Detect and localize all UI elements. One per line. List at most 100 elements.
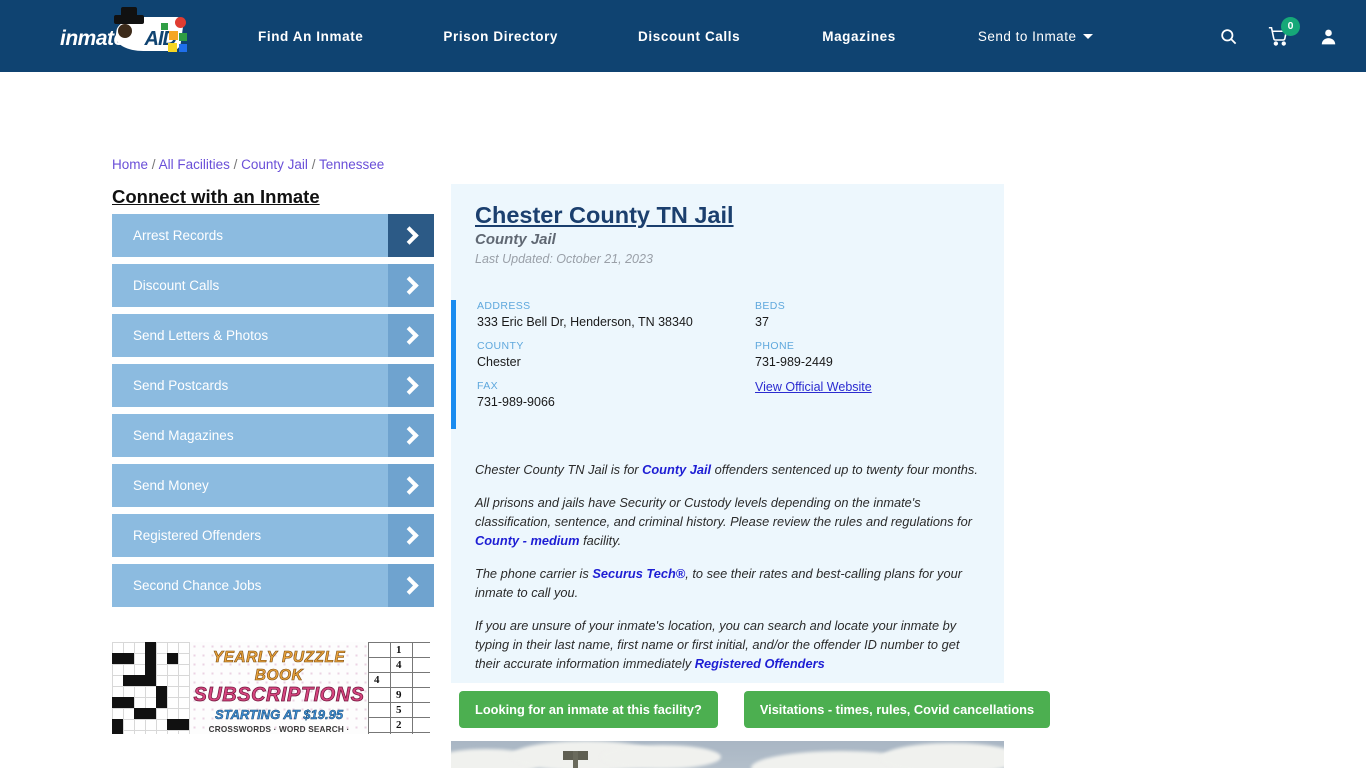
sidebar-item-label: Second Chance Jobs — [133, 578, 262, 593]
info-label-phone: PHONE — [755, 340, 795, 352]
nav-item-find-an-inmate[interactable]: Find An Inmate — [258, 29, 363, 44]
link-county-jail[interactable]: County Jail — [642, 462, 711, 477]
sidebar-item-registered-offenders[interactable]: Registered Offenders — [112, 514, 434, 557]
sidebar-item-send-money[interactable]: Send Money — [112, 464, 434, 507]
facility-type-subtitle: County Jail — [475, 231, 556, 248]
breadcrumb-item-tennessee[interactable]: Tennessee — [319, 157, 384, 172]
cart-count-badge: 0 — [1281, 16, 1300, 36]
sidebar-item-arrest-records[interactable]: Arrest Records — [112, 214, 434, 257]
sidebar-item-send-letters-photos[interactable]: Send Letters & Photos — [112, 314, 434, 357]
ad-text-block: YEARLY PUZZLE BOOK SUBSCRIPTIONS STARTIN… — [190, 642, 368, 734]
breadcrumb-separator-2: / — [233, 157, 238, 172]
sidebar-item-send-postcards[interactable]: Send Postcards — [112, 364, 434, 407]
nav-item-prison-directory[interactable]: Prison Directory — [443, 29, 558, 44]
nav-item-send-to-inmate[interactable]: Send to Inmate — [978, 29, 1094, 44]
sidebar-item-label: Send Magazines — [133, 428, 234, 443]
sidebar-item-label: Arrest Records — [133, 228, 224, 243]
sudoku-number: 4 — [374, 674, 380, 686]
sidebar-item-discount-calls[interactable]: Discount Calls — [112, 264, 434, 307]
info-item-county: COUNTY Chester — [477, 340, 693, 369]
sidebar-heading[interactable]: Connect with an Inmate — [112, 186, 320, 208]
sidebar-item-send-magazines[interactable]: Send Magazines — [112, 414, 434, 457]
sidebar-item-second-chance-jobs[interactable]: Second Chance Jobs — [112, 564, 434, 607]
logo-wordmark: inmate — [60, 27, 125, 50]
info-value-fax: 731-989-9066 — [477, 395, 555, 409]
nav-item-magazines[interactable]: Magazines — [822, 29, 896, 44]
chevron-right-icon — [388, 514, 434, 557]
link-county-medium[interactable]: County - medium — [475, 533, 580, 548]
sidebar-item-label: Registered Offenders — [133, 528, 262, 543]
link-securus-tech[interactable]: Securus Tech® — [592, 566, 685, 581]
breadcrumb-item-county-jail[interactable]: County Jail — [241, 157, 308, 172]
chevron-right-icon — [388, 314, 434, 357]
info-column-right: BEDS 37 PHONE 731-989-2449 View Official… — [755, 300, 872, 405]
p2-text-a: All prisons and jails have Security or C… — [475, 495, 972, 529]
info-item-beds: BEDS 37 — [755, 300, 872, 329]
p1-text-a: Chester County TN Jail is for — [475, 462, 643, 477]
p2-text-b: facility. — [579, 533, 622, 548]
chevron-right-icon — [388, 214, 434, 257]
breadcrumb-separator-1: / — [151, 157, 156, 172]
cart-icon[interactable]: 0 — [1268, 16, 1300, 47]
nav-links: Find An Inmate Prison Directory Discount… — [258, 29, 1219, 44]
chevron-right-icon — [388, 464, 434, 507]
logo-confetti-green — [179, 33, 187, 41]
info-label-county: COUNTY — [477, 340, 524, 352]
chevron-right-icon — [388, 414, 434, 457]
top-navigation-bar: inmate AID Find An Inmate Prison Directo… — [0, 0, 1366, 72]
crossword-grid-graphic — [112, 642, 190, 734]
sudoku-grid-graphic: 1 4 4 9 5 2 — [368, 642, 430, 734]
facility-detail-panel: Chester County TN Jail County Jail Last … — [451, 184, 1004, 683]
cta-button-row: Looking for an inmate at this facility? … — [459, 691, 1051, 728]
search-icon[interactable] — [1219, 27, 1238, 46]
info-value-county: Chester — [477, 355, 521, 369]
facility-info-block: ADDRESS 333 Eric Bell Dr, Henderson, TN … — [451, 300, 1004, 429]
nav-item-discount-calls[interactable]: Discount Calls — [638, 29, 740, 44]
info-item-website: View Official Website — [755, 380, 872, 394]
breadcrumb-separator-3: / — [311, 157, 316, 172]
chevron-down-icon — [1083, 33, 1094, 39]
logo-confetti-orange — [169, 31, 178, 40]
paragraph-3: The phone carrier is Securus Tech®, to s… — [475, 564, 985, 602]
chevron-right-icon — [388, 564, 434, 607]
paragraph-2: All prisons and jails have Security or C… — [475, 493, 985, 550]
info-accent-bar — [451, 300, 456, 429]
view-official-website-link[interactable]: View Official Website — [755, 380, 872, 394]
info-label-beds: BEDS — [755, 300, 786, 312]
logo-confetti-green-small — [161, 23, 168, 30]
sudoku-number: 1 — [396, 644, 402, 656]
breadcrumb-item-all-facilities[interactable]: All Facilities — [159, 157, 230, 172]
sidebar-menu: Arrest Records Discount Calls Send Lette… — [112, 214, 434, 614]
p3-text-a: The phone carrier is — [475, 566, 593, 581]
info-value-address: 333 Eric Bell Dr, Henderson, TN 38340 — [477, 315, 693, 329]
paragraph-1: Chester County TN Jail is for County Jai… — [475, 460, 985, 479]
info-item-fax: FAX 731-989-9066 — [477, 380, 693, 409]
p1-text-b: offenders sentenced up to twenty four mo… — [711, 462, 978, 477]
header-icon-group: 0 — [1219, 16, 1348, 47]
nav-item-send-to-inmate-label: Send to Inmate — [977, 28, 1077, 44]
info-label-fax: FAX — [477, 380, 499, 392]
logo-confetti-yellow — [168, 43, 177, 52]
info-value-phone: 731-989-2449 — [755, 355, 833, 369]
info-item-phone: PHONE 731-989-2449 — [755, 340, 872, 369]
info-label-address: ADDRESS — [477, 300, 531, 312]
logo-hat-icon — [114, 7, 144, 24]
user-account-icon[interactable] — [1319, 27, 1338, 46]
chevron-right-icon — [388, 264, 434, 307]
sidebar-item-label: Send Letters & Photos — [133, 328, 269, 343]
site-logo[interactable]: inmate AID — [60, 7, 188, 57]
sidebar-item-label: Send Money — [133, 478, 209, 493]
puzzle-book-ad-banner[interactable]: YEARLY PUZZLE BOOK SUBSCRIPTIONS STARTIN… — [112, 642, 430, 734]
looking-for-inmate-button[interactable]: Looking for an inmate at this facility? — [459, 691, 718, 728]
paragraph-4: If you are unsure of your inmate's locat… — [475, 616, 985, 673]
sidebar-item-label: Discount Calls — [133, 278, 220, 293]
visitations-button[interactable]: Visitations - times, rules, Covid cancel… — [743, 691, 1051, 728]
link-registered-offenders[interactable]: Registered Offenders — [695, 656, 825, 671]
info-item-address: ADDRESS 333 Eric Bell Dr, Henderson, TN … — [477, 300, 693, 329]
last-updated-text: Last Updated: October 21, 2023 — [475, 252, 653, 266]
chevron-right-icon — [388, 364, 434, 407]
breadcrumb-item-home[interactable]: Home — [112, 157, 148, 172]
breadcrumb: Home / All Facilities / County Jail / Te… — [112, 157, 384, 172]
page-title[interactable]: Chester County TN Jail — [475, 202, 734, 229]
sudoku-number: 9 — [396, 689, 402, 701]
